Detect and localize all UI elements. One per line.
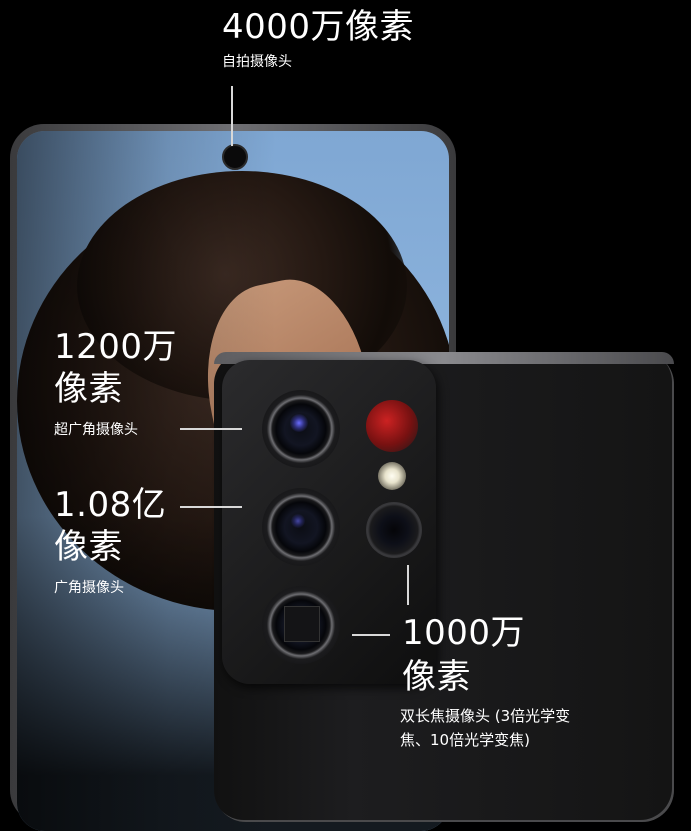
periscope-prism <box>284 606 320 642</box>
telephoto-value-line1: 1000万 <box>402 613 526 653</box>
telephoto-pointer-line-horizontal <box>352 634 390 636</box>
wide-lens-glint <box>291 514 305 528</box>
wide-value-line1: 1.08亿 <box>54 485 167 525</box>
telephoto-desc-line2: 焦、10倍光学变焦) <box>400 731 530 749</box>
ultrawide-value-line1: 1200万 <box>54 327 178 367</box>
telephoto-pointer-line-vertical <box>407 565 409 605</box>
ultrawide-lens-glint <box>290 414 308 432</box>
telephoto-value-line2: 像素 <box>402 657 471 697</box>
ultrawide-value-line2: 像素 <box>54 369 123 409</box>
wide-desc: 广角摄像头 <box>54 580 124 596</box>
wide-pointer-line <box>180 506 242 508</box>
front-camera-value: 4000万像素 <box>222 7 415 47</box>
telephoto-desc-line1: 双长焦摄像头 (3倍光学变 <box>400 707 571 725</box>
front-camera-pointer-line <box>231 86 233 146</box>
laser-af-sensor <box>366 400 418 452</box>
wide-value-line2: 像素 <box>54 527 123 567</box>
telephoto-lens <box>366 502 422 558</box>
front-camera-hole <box>222 144 248 170</box>
front-camera-desc: 自拍摄像头 <box>222 54 292 70</box>
ultrawide-pointer-line <box>180 428 242 430</box>
ultrawide-desc: 超广角摄像头 <box>54 422 138 438</box>
flash <box>378 462 406 490</box>
